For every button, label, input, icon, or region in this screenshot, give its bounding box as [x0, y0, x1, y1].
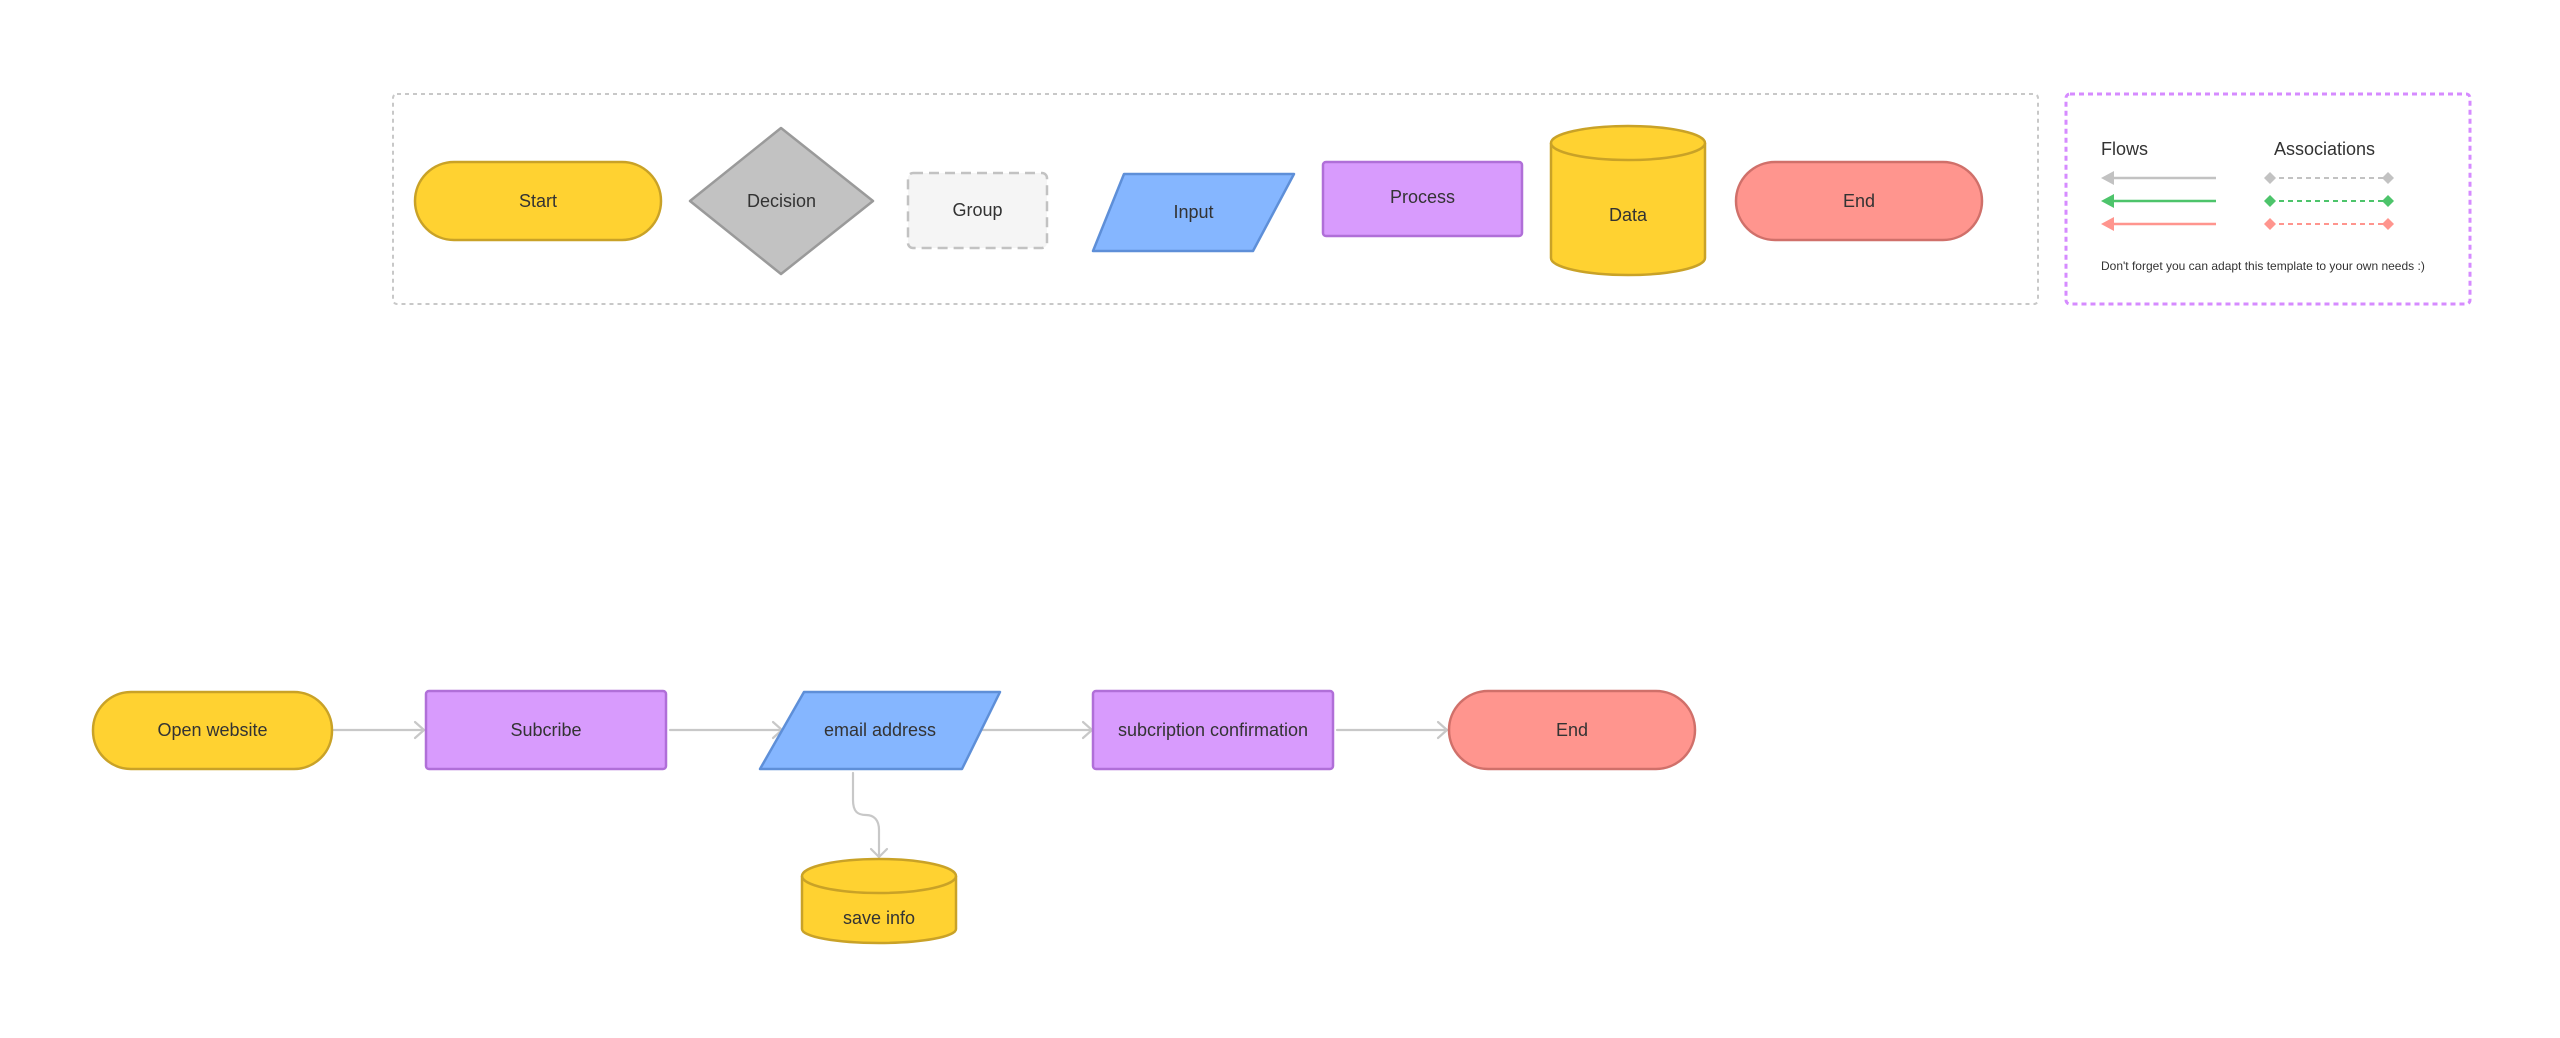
template-note: Don't forget you can adapt this template…	[2101, 259, 2425, 273]
shape-end[interactable]	[1734, 160, 1984, 242]
node-end[interactable]	[1447, 689, 1697, 771]
edge-email-address-to-subscription-confirmation[interactable]	[978, 720, 1094, 740]
edge-email-address-to-save-info[interactable]	[851, 771, 889, 859]
edge-subscription-confirmation-to-end[interactable]	[1335, 720, 1449, 740]
shape-input[interactable]	[1091, 172, 1296, 253]
association-line-gray	[2264, 172, 2394, 184]
shape-process[interactable]	[1321, 160, 1524, 238]
node-subscribe[interactable]	[424, 689, 668, 771]
node-save-info[interactable]	[800, 857, 958, 945]
flow-line-green	[2101, 194, 2216, 208]
edge-open-website-to-subscribe[interactable]	[332, 720, 426, 740]
shape-data[interactable]	[1549, 124, 1707, 277]
shape-start[interactable]	[413, 160, 663, 242]
association-line-red	[2264, 218, 2394, 230]
shape-decision[interactable]	[688, 126, 875, 276]
diagram-canvas	[91, 92, 2472, 945]
flow-line-red	[2101, 217, 2216, 231]
node-email-address[interactable]	[758, 690, 1002, 771]
association-line-green	[2264, 195, 2394, 207]
flow-line-gray	[2101, 171, 2216, 185]
flows-title: Flows	[2101, 139, 2149, 159]
node-open-website[interactable]	[91, 690, 334, 771]
edge-subscribe-to-email-address[interactable]	[668, 720, 784, 740]
node-subscription-confirmation[interactable]	[1091, 689, 1335, 771]
associations-title: Associations	[2274, 139, 2376, 159]
shape-group[interactable]	[906, 171, 1049, 250]
